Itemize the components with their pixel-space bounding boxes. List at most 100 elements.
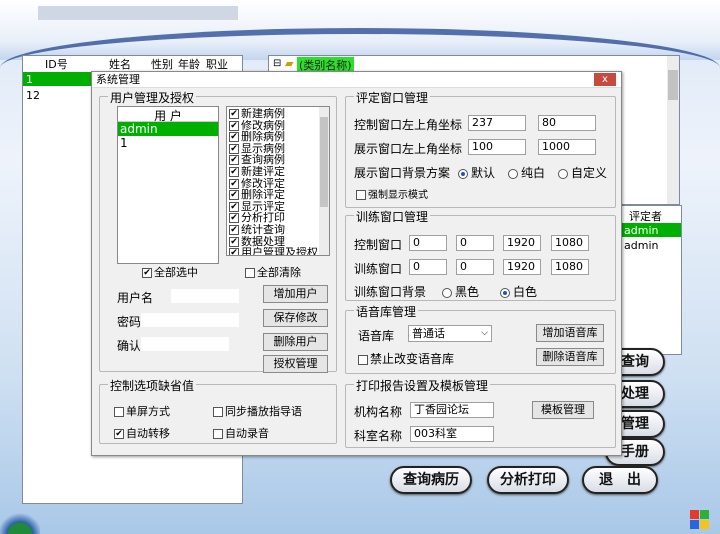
disp-y-input[interactable]: 1000 xyxy=(538,139,596,155)
radio-default[interactable]: 默认 xyxy=(458,164,495,181)
print-template-group: 打印报告设置及模板管理 机构名称 丁香园论坛 模板管理 科室名称 003科室 xyxy=(345,377,616,448)
list-item[interactable]: admin xyxy=(621,223,681,237)
close-icon[interactable]: x xyxy=(594,73,616,86)
ctrl-x-input[interactable]: 237 xyxy=(468,115,526,131)
train-win-label: 训练窗口 xyxy=(354,262,403,276)
list-item[interactable]: admin xyxy=(621,238,681,252)
radio-black[interactable]: 黑色 xyxy=(442,283,479,300)
auto-record-checkbox[interactable]: 自动录音 xyxy=(213,425,269,441)
train-win-y[interactable]: 0 xyxy=(456,259,494,275)
permission-item[interactable]: ✔ 统计查询 xyxy=(229,224,317,236)
query-records-button[interactable]: 查询病历 xyxy=(390,466,472,494)
checkbox-icon[interactable]: ✔ xyxy=(229,236,239,247)
permission-item[interactable]: ✔ 显示评定 xyxy=(229,201,317,213)
permission-scrollbar[interactable] xyxy=(319,107,329,255)
train-bg-label: 训练窗口背景 xyxy=(354,285,427,299)
checkbox-icon[interactable]: ✔ xyxy=(229,109,239,119)
radio-white[interactable]: 白色 xyxy=(500,283,537,300)
username-input[interactable] xyxy=(170,288,240,304)
checkbox-icon[interactable]: ✔ xyxy=(229,120,239,131)
auto-switch-checkbox[interactable]: ✔ 自动转移 xyxy=(114,425,170,441)
add-user-button[interactable]: 增加用户 xyxy=(263,285,328,303)
user-list[interactable]: 用 户 admin 1 xyxy=(117,106,219,264)
permission-item[interactable]: ✔ 修改病例 xyxy=(229,120,317,132)
checkbox-icon[interactable]: ✔ xyxy=(229,143,239,154)
system-management-dialog[interactable]: 系统管理 x 用户管理及授权 用 户 admin 1 ✔ 新建病例 ✔ 修改病例 ✔ 删除… xyxy=(91,71,622,456)
permission-item[interactable]: ✔ 用户管理及授权 xyxy=(229,247,317,255)
col-id: ID号 xyxy=(45,58,68,71)
checkbox-icon[interactable]: ✔ xyxy=(229,213,239,224)
password-input[interactable] xyxy=(140,312,240,328)
checkbox-icon[interactable]: ✔ xyxy=(229,190,239,201)
radio-custom[interactable]: 自定义 xyxy=(558,164,607,181)
train-ctrl-w[interactable]: 1920 xyxy=(503,235,541,251)
ctrl-coord-label: 控制窗口左上角坐标 xyxy=(354,118,463,132)
dept-name-input[interactable]: 003科室 xyxy=(410,426,494,442)
permission-item[interactable]: ✔ 新建病例 xyxy=(229,108,317,120)
sync-guide-checkbox[interactable]: 同步播放指导语 xyxy=(213,403,302,419)
list-item[interactable]: 1 xyxy=(118,136,218,150)
voice-lib-label: 语音库 xyxy=(358,329,395,343)
defaults-group: 控制选项缺省值 单屏方式 同步播放指导语 ✔ 自动转移 自动录音 xyxy=(99,377,337,444)
col-name: 姓名 xyxy=(109,58,131,71)
permission-item[interactable]: ✔ 删除评定 xyxy=(229,189,317,201)
list-item[interactable]: admin xyxy=(118,122,218,136)
permission-item[interactable]: ✔ 删除病例 xyxy=(229,131,317,143)
exit-button[interactable]: 退 出 xyxy=(582,466,658,494)
eval-window-group: 评定窗口管理 控制窗口左上角坐标 237 80 展示窗口左上角坐标 100 10… xyxy=(345,89,616,208)
clear-all-checkbox[interactable]: 全部清除 xyxy=(245,264,301,280)
logo-icon xyxy=(0,505,40,534)
checkbox-icon[interactable]: ✔ xyxy=(229,132,239,143)
train-ctrl-x[interactable]: 0 xyxy=(409,235,447,251)
org-name-input[interactable]: 丁香园论坛 xyxy=(410,402,494,418)
col-age: 年龄 xyxy=(178,58,200,71)
train-ctrl-y[interactable]: 0 xyxy=(456,235,494,251)
add-voice-lib-button[interactable]: 增加语音库 xyxy=(536,324,604,342)
checkbox-icon[interactable]: ✔ xyxy=(229,248,239,255)
delete-user-button[interactable]: 删除用户 xyxy=(263,333,328,351)
permission-item[interactable]: ✔ 数据处理 xyxy=(229,236,317,248)
train-win-h[interactable]: 1080 xyxy=(551,259,589,275)
evaluator-list[interactable]: 评定者 admin admin xyxy=(620,205,682,355)
confirm-label: 确认 xyxy=(117,339,142,353)
force-show-checkbox[interactable]: 强制显示模式 xyxy=(356,186,428,201)
col-gender: 性别 xyxy=(151,58,173,71)
checkbox-icon[interactable]: ✔ xyxy=(229,166,239,177)
confirm-input[interactable] xyxy=(140,336,230,352)
voice-lib-select[interactable]: 普通话 ⌵ xyxy=(408,325,492,342)
single-screen-checkbox[interactable]: 单屏方式 xyxy=(114,403,170,419)
voice-library-group: 语音库管理 语音库 普通话 ⌵ 增加语音库 禁止改变语音库 删除语音库 xyxy=(345,303,616,374)
checkbox-icon[interactable]: ✔ xyxy=(229,178,239,189)
checkbox-icon[interactable]: ✔ xyxy=(229,155,239,166)
checkbox-icon[interactable]: ✔ xyxy=(229,201,239,212)
permission-item[interactable]: ✔ 修改评定 xyxy=(229,178,317,190)
disp-x-input[interactable]: 100 xyxy=(468,139,526,155)
train-win-w[interactable]: 1920 xyxy=(503,259,541,275)
disable-change-checkbox[interactable]: 禁止改变语音库 xyxy=(358,350,454,367)
user-list-header: 用 户 xyxy=(118,107,218,123)
train-win-x[interactable]: 0 xyxy=(409,259,447,275)
analyze-print-button[interactable]: 分析打印 xyxy=(487,466,569,494)
authorize-button[interactable]: 授权管理 xyxy=(263,355,328,373)
select-all-checkbox[interactable]: ✔ 全部选中 xyxy=(142,264,198,280)
password-label: 密码 xyxy=(117,315,142,329)
train-ctrl-h[interactable]: 1080 xyxy=(551,235,589,251)
chevron-down-icon: ⌵ xyxy=(481,328,488,338)
dept-name-label: 科室名称 xyxy=(354,429,403,443)
ctrl-y-input[interactable]: 80 xyxy=(538,115,596,131)
train-ctrl-label: 控制窗口 xyxy=(354,238,403,252)
permission-item[interactable]: ✔ 显示病例 xyxy=(229,143,317,155)
checkbox-icon[interactable]: ✔ xyxy=(229,224,239,235)
tree-scrollbar[interactable] xyxy=(667,56,679,204)
permission-item[interactable]: ✔ 分析打印 xyxy=(229,212,317,224)
radio-plain[interactable]: 纯白 xyxy=(508,164,545,181)
bg-scheme-label: 展示窗口背景方案 xyxy=(354,166,451,180)
template-manage-button[interactable]: 模板管理 xyxy=(532,401,594,419)
tree-expand-icon[interactable]: ⊟ xyxy=(273,58,281,69)
permission-item[interactable]: ✔ 新建评定 xyxy=(229,166,317,178)
permission-item[interactable]: ✔ 查询病例 xyxy=(229,154,317,166)
permission-list[interactable]: ✔ 新建病例 ✔ 修改病例 ✔ 删除病例 ✔ 显示病例 ✔ 查询病例 ✔ 新建评定 ✔ 修改评定 ✔ 删除评定… xyxy=(226,106,330,256)
save-changes-button[interactable]: 保存修改 xyxy=(263,309,328,327)
col-job: 职业 xyxy=(206,58,228,71)
delete-voice-lib-button[interactable]: 删除语音库 xyxy=(536,348,604,366)
